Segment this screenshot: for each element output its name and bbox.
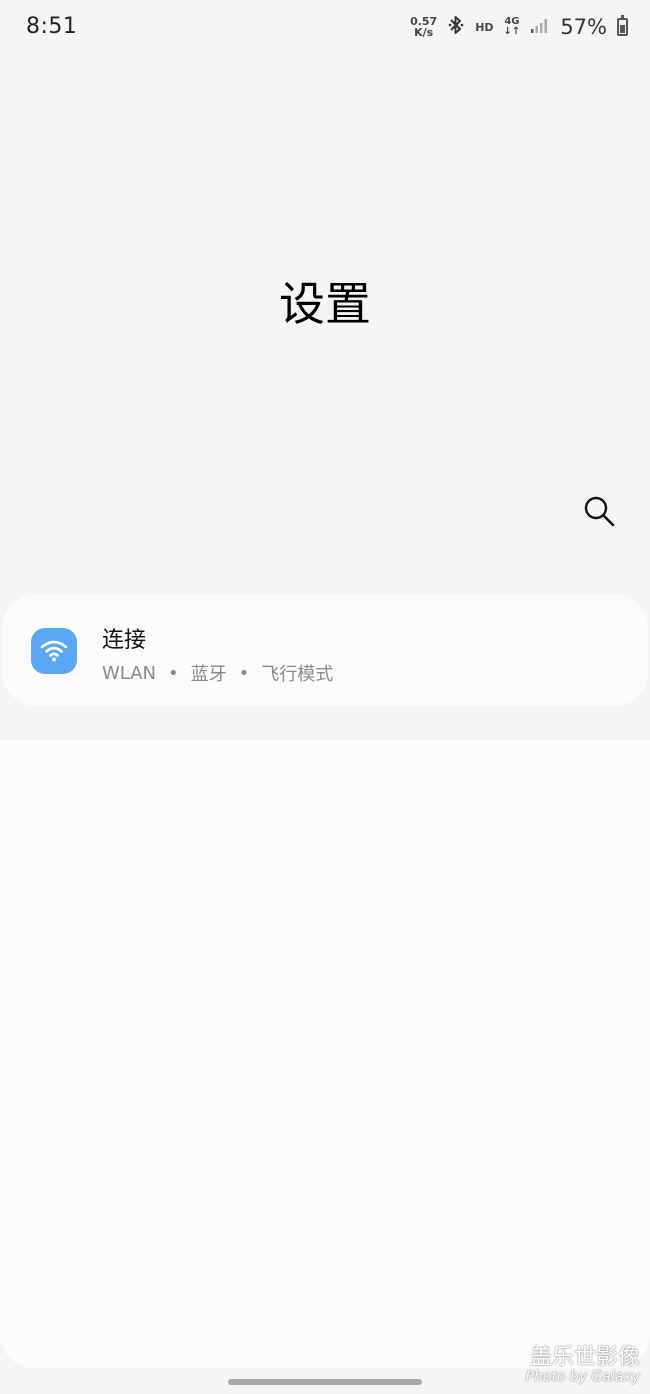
subtitle-item-wlan: WLAN: [102, 662, 157, 684]
status-icons: 0.57 K/s HD 4G ↓↑ 57%: [410, 14, 628, 40]
network-type: 4G ↓↑: [504, 17, 521, 37]
bluetooth-icon: [447, 14, 465, 40]
separator-dot: •: [238, 662, 250, 684]
page-title: 设置: [279, 277, 371, 331]
hd-badge: HD: [475, 20, 494, 34]
connections-icon-tile: [31, 628, 77, 674]
search-button[interactable]: [582, 494, 616, 528]
battery-percent: 57%: [560, 15, 607, 39]
separator-dot: •: [168, 662, 179, 684]
status-bar: 8:51 0.57 K/s HD 4G ↓↑ 57%: [0, 0, 650, 56]
network-speed-unit: K/s: [414, 26, 434, 39]
watermark-sub: Photo by Galaxy: [525, 1369, 640, 1385]
subtitle-item-airplane-mode: 飞行模式: [261, 664, 334, 685]
battery-icon: [617, 15, 628, 36]
data-arrows-icon: ↓↑: [503, 26, 521, 37]
connections-card[interactable]: [2, 594, 648, 706]
watermark-main: 盖乐世影像: [529, 1345, 640, 1370]
connections-subtitle: WLAN • 蓝牙 • 飞行模式: [102, 660, 333, 686]
settings-list-panel: [0, 740, 650, 1368]
subtitle-item-bluetooth: 蓝牙: [190, 664, 227, 685]
connections-title: 连接: [102, 628, 147, 653]
home-indicator[interactable]: [228, 1379, 422, 1385]
wifi-icon: [40, 640, 68, 662]
signal-icon: [530, 16, 550, 38]
search-icon: [584, 496, 615, 527]
network-speed: 0.57 K/s: [410, 16, 437, 38]
status-time: 8:51: [26, 14, 78, 39]
watermark: 盖乐世影像 Photo by Galaxy: [525, 1345, 640, 1385]
